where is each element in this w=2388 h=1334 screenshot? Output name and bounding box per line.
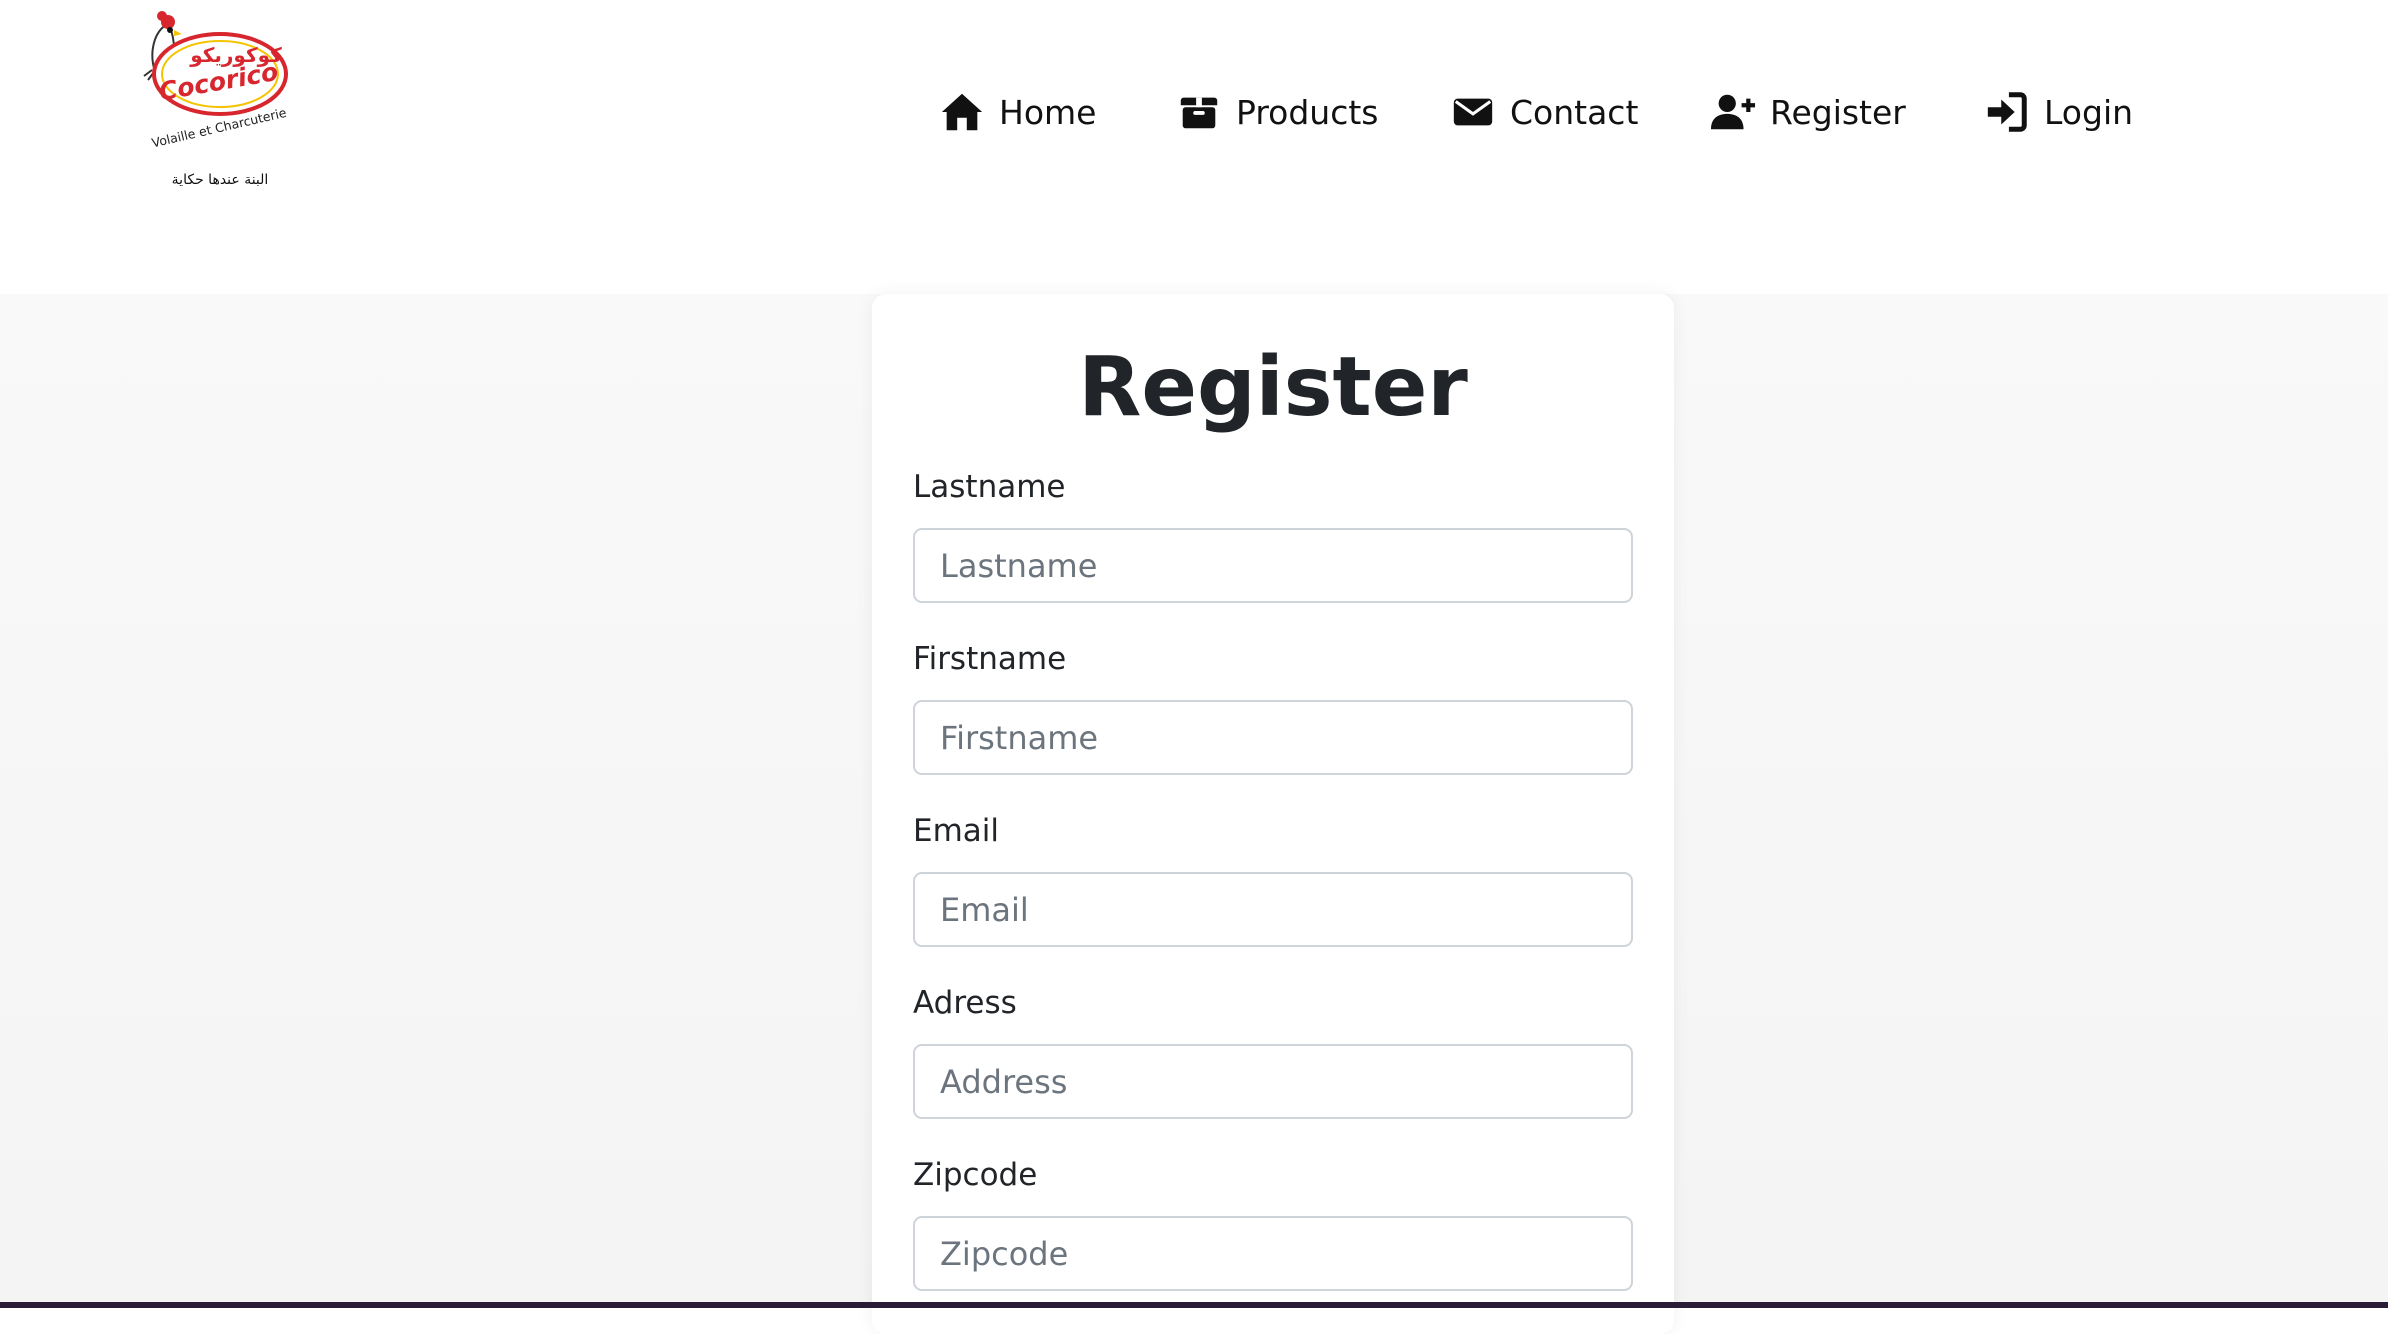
- nav-item-label: Home: [999, 92, 1097, 132]
- nav-item-register[interactable]: Register: [1710, 82, 1906, 142]
- register-card: Register Lastname Firstname Email Adress…: [872, 294, 1674, 1334]
- nav-item-login[interactable]: Login: [1984, 82, 2133, 142]
- lastname-field[interactable]: [913, 528, 1633, 603]
- user-plus-icon: [1710, 89, 1756, 135]
- nav-item-label: Contact: [1510, 92, 1639, 132]
- nav-item-contact[interactable]: Contact: [1450, 82, 1638, 142]
- logo-graphic: كوكوريكو Cocorico Volaille et Charcuteri…: [143, 11, 288, 188]
- cocorico-logo[interactable]: كوكوريكو Cocorico Volaille et Charcuteri…: [140, 4, 300, 204]
- address-field[interactable]: [913, 1044, 1633, 1119]
- address-label: Adress: [913, 985, 1017, 1021]
- site-header: كوكوريكو Cocorico Volaille et Charcuteri…: [0, 0, 2388, 294]
- nav-item-products[interactable]: Products: [1176, 82, 1379, 142]
- email-field[interactable]: [913, 872, 1633, 947]
- bottom-bar: [0, 1302, 2388, 1308]
- page-title: Register: [1078, 340, 1468, 435]
- nav-item-label: Register: [1770, 92, 1906, 132]
- firstname-label: Firstname: [913, 641, 1067, 677]
- zipcode-label: Zipcode: [913, 1157, 1038, 1193]
- firstname-field[interactable]: [913, 700, 1633, 775]
- home-icon: [939, 89, 985, 135]
- nav-item-home[interactable]: Home: [939, 82, 1096, 142]
- email-label: Email: [913, 813, 1000, 849]
- main-content: Register Lastname Firstname Email Adress…: [0, 294, 2388, 1334]
- lastname-label: Lastname: [913, 469, 1066, 505]
- nav-item-label: Products: [1236, 92, 1379, 132]
- sign-in-icon: [1984, 89, 2030, 135]
- envelope-icon: [1450, 89, 1496, 135]
- zipcode-field[interactable]: [913, 1216, 1633, 1291]
- logo-tagline: البنة عندها حكاية: [172, 172, 269, 188]
- nav-item-label: Login: [2044, 92, 2134, 132]
- box-icon: [1176, 89, 1222, 135]
